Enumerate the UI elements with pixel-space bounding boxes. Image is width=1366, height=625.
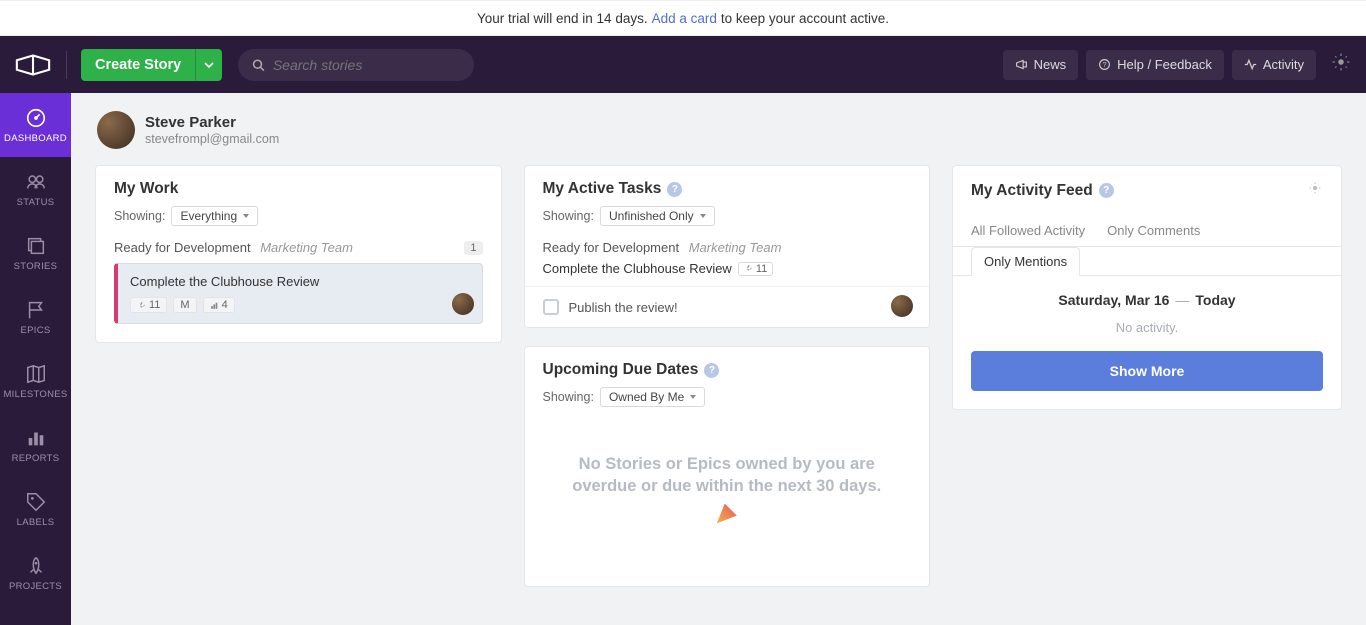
tasks-team: Marketing Team [689, 240, 782, 255]
sidebar-item-epics[interactable]: EPICS [0, 285, 71, 349]
trial-text: Your trial will end in 14 days. [477, 11, 648, 26]
trial-suffix: to keep your account active. [721, 11, 889, 26]
tasks-showing-dropdown[interactable]: Unfinished Only [600, 206, 715, 226]
task-avatar [891, 295, 913, 317]
tag-icon [25, 491, 47, 513]
my-work-card: My Work Showing: Everything Ready for De… [95, 165, 502, 343]
task-count-pill: 11 [738, 262, 773, 276]
create-story-dropdown[interactable] [196, 49, 222, 81]
divider [66, 51, 67, 79]
story-avatar [452, 293, 474, 315]
chart-tag: 4 [203, 297, 235, 313]
map-icon [25, 363, 47, 385]
feed-title: My Activity Feed [971, 182, 1093, 200]
upcoming-empty: No Stories or Epics owned by you are ove… [525, 411, 930, 586]
search-wrap[interactable] [238, 49, 474, 81]
dashboard-icon [25, 107, 47, 129]
add-card-link[interactable]: Add a card [652, 11, 717, 26]
search-input[interactable] [273, 57, 460, 73]
help-icon[interactable]: ? [1099, 183, 1114, 198]
status-icon [25, 171, 47, 193]
flag-icon [25, 299, 47, 321]
activity-button[interactable]: Activity [1232, 50, 1316, 80]
chart-icon [25, 427, 47, 449]
create-story-group: Create Story [81, 49, 222, 81]
mywork-team: Marketing Team [260, 240, 353, 255]
showing-label: Showing: [543, 390, 594, 404]
tasks-title: My Active Tasks [543, 180, 662, 198]
tab-all[interactable]: All Followed Activity [971, 215, 1085, 246]
task-row[interactable]: Publish the review! [525, 286, 930, 327]
tab-comments[interactable]: Only Comments [1107, 215, 1200, 246]
mywork-showing-dropdown[interactable]: Everything [171, 206, 258, 226]
wrench-icon [137, 301, 146, 310]
task-parent[interactable]: Complete the Clubhouse Review 11 [543, 261, 912, 276]
party-icon [717, 504, 737, 524]
mywork-count: 1 [464, 241, 482, 255]
news-button[interactable]: News [1003, 50, 1079, 80]
pulse-icon [1244, 58, 1257, 71]
wrench-tag: 11 [130, 297, 167, 313]
bars-icon [210, 301, 219, 310]
tab-mentions[interactable]: Only Mentions [971, 247, 1080, 276]
gear-icon [1307, 180, 1323, 196]
sidebar-item-status[interactable]: STATUS [0, 157, 71, 221]
rocket-icon [25, 555, 47, 577]
sidebar-item-stories[interactable]: STORIES [0, 221, 71, 285]
story-title: Complete the Clubhouse Review [130, 274, 470, 289]
sidebar-item-projects[interactable]: PROJECTS [0, 541, 71, 605]
upcoming-title: Upcoming Due Dates [543, 361, 699, 379]
upcoming-showing-dropdown[interactable]: Owned By Me [600, 387, 705, 407]
svg-text:?: ? [1103, 60, 1107, 69]
tasks-state: Ready for Development [543, 240, 680, 255]
sidebar: DASHBOARD STATUS STORIES EPICS MILESTONE… [0, 93, 71, 625]
gear-icon [1330, 51, 1352, 73]
search-icon [252, 58, 265, 72]
showing-label: Showing: [543, 209, 594, 223]
logo-icon[interactable] [14, 51, 52, 79]
app-header: Create Story News ? Help / Feedback Acti… [0, 36, 1366, 93]
feed-tabs-row2: Only Mentions [953, 247, 1341, 276]
help-icon[interactable]: ? [704, 363, 719, 378]
task-checkbox[interactable] [543, 299, 559, 315]
show-more-button[interactable]: Show More [971, 351, 1323, 391]
my-work-title: My Work [114, 180, 483, 198]
story-card[interactable]: Complete the Clubhouse Review 11 M 4 [114, 263, 483, 324]
user-header: Steve Parker stevefrompl@gmail.com [97, 111, 1342, 149]
no-activity: No activity. [953, 314, 1341, 351]
stories-icon [25, 235, 47, 257]
create-story-button[interactable]: Create Story [81, 49, 196, 81]
help-icon[interactable]: ? [667, 182, 682, 197]
mywork-state: Ready for Development [114, 240, 251, 255]
sidebar-item-reports[interactable]: REPORTS [0, 413, 71, 477]
sidebar-item-dashboard[interactable]: DASHBOARD [0, 93, 71, 157]
megaphone-icon [1015, 58, 1028, 71]
activity-feed-card: My Activity Feed ? All Followed Activity… [952, 165, 1342, 410]
user-email: stevefrompl@gmail.com [145, 132, 279, 146]
task-text: Publish the review! [569, 300, 678, 315]
feed-settings-button[interactable] [1307, 180, 1323, 201]
sidebar-item-milestones[interactable]: MILESTONES [0, 349, 71, 413]
help-button[interactable]: ? Help / Feedback [1086, 50, 1224, 80]
help-icon: ? [1098, 58, 1111, 71]
m-tag: M [173, 297, 196, 313]
feed-tabs: All Followed Activity Only Comments [953, 215, 1341, 247]
sidebar-item-labels[interactable]: LABELS [0, 477, 71, 541]
user-name: Steve Parker [145, 114, 279, 131]
active-tasks-card: My Active Tasks ? Showing: Unfinished On… [524, 165, 931, 328]
showing-label: Showing: [114, 209, 165, 223]
avatar [97, 111, 135, 149]
main-content: Steve Parker stevefrompl@gmail.com My Wo… [71, 93, 1366, 625]
trial-banner: Your trial will end in 14 days. Add a ca… [0, 0, 1366, 36]
upcoming-card: Upcoming Due Dates ? Showing: Owned By M… [524, 346, 931, 587]
wrench-icon [744, 264, 753, 273]
feed-date: Saturday, Mar 16—Today [953, 276, 1341, 314]
settings-button[interactable] [1330, 51, 1352, 78]
